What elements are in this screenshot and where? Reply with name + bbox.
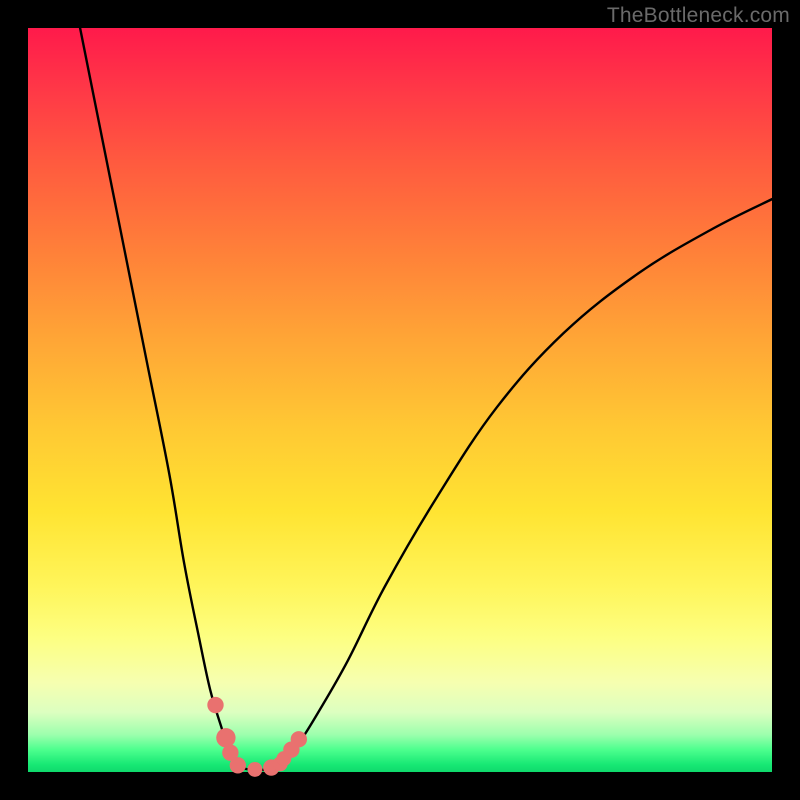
curve-markers-group: [207, 697, 307, 777]
curve-right-branch: [274, 199, 772, 768]
curve-marker-dot: [216, 728, 235, 747]
curve-left-branch: [80, 28, 242, 768]
curve-marker-dot: [291, 731, 307, 747]
curve-marker-dot: [207, 697, 223, 713]
curve-marker-dot: [230, 757, 246, 773]
bottleneck-curve-svg: [28, 28, 772, 772]
watermark-text: TheBottleneck.com: [607, 4, 790, 28]
chart-plot-area: [28, 28, 772, 772]
curve-marker-dot: [247, 762, 262, 777]
